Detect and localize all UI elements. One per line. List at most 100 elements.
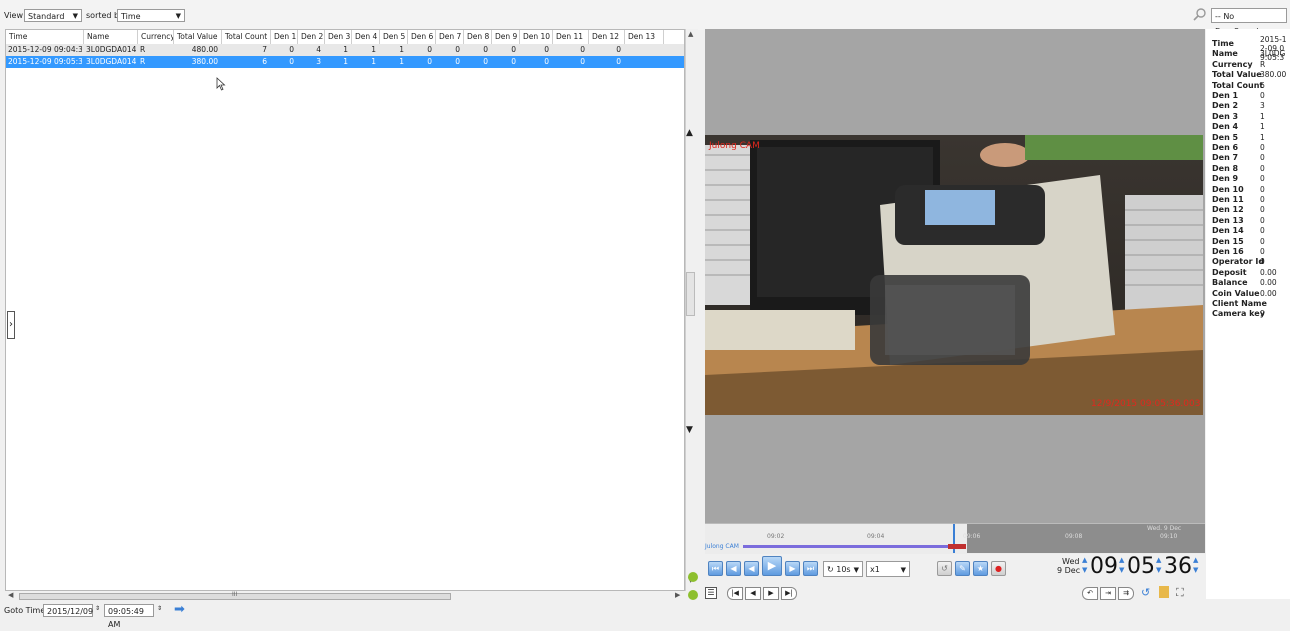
- column-header[interactable]: Den 6: [408, 30, 436, 44]
- scroll-right-arrow-icon[interactable]: ▶: [675, 591, 680, 599]
- detail-key: Den 8: [1212, 163, 1239, 173]
- minutes-up-icon[interactable]: ▲: [1156, 557, 1161, 564]
- clock-minutes[interactable]: 05: [1127, 554, 1155, 579]
- detail-value: 0: [1260, 236, 1265, 246]
- table-row[interactable]: 2015-12-09 09:04:37 3L0DGDA0142 R 480.00 7 0 4…: [6, 44, 684, 56]
- skip-end-icon[interactable]: ⏭: [803, 561, 818, 576]
- timeline-tick-label: 09:10: [1160, 533, 1178, 540]
- detail-value: 0: [1260, 163, 1265, 173]
- time-spinner-icon[interactable]: ⇕: [157, 605, 162, 612]
- export-icon[interactable]: ✎: [955, 561, 970, 576]
- table-cell: R: [140, 45, 146, 54]
- camera-video-frame[interactable]: Julong CAM 12/9/2015 09:05:36.003: [705, 135, 1203, 415]
- date-up-icon[interactable]: ▲: [1082, 557, 1087, 564]
- table-cell: 1: [371, 45, 376, 54]
- date-down-icon[interactable]: ▼: [1082, 567, 1087, 574]
- sort-select[interactable]: Time ▼: [117, 9, 185, 22]
- notes-icon[interactable]: [1159, 586, 1169, 598]
- goto-date-field[interactable]: 2015/12/09: [43, 604, 93, 617]
- scroll-up-arrow-icon[interactable]: ▲: [688, 30, 693, 38]
- detail-value: 0.00: [1260, 267, 1277, 277]
- goto-time-value: 09:05:49 AM: [108, 607, 144, 629]
- undo-icon[interactable]: ↺: [1141, 586, 1150, 599]
- column-header[interactable]: Den 8: [464, 30, 492, 44]
- column-header[interactable]: Den 2: [298, 30, 325, 44]
- record-icon[interactable]: ●: [991, 561, 1006, 576]
- column-header[interactable]: Den 1: [271, 30, 298, 44]
- column-header[interactable]: Name: [84, 30, 138, 44]
- column-header[interactable]: Total Value: [174, 30, 222, 44]
- detail-key: Den 2: [1212, 101, 1239, 111]
- clock-hours[interactable]: 09: [1090, 554, 1118, 579]
- minutes-down-icon[interactable]: ▼: [1156, 567, 1161, 574]
- jump-back-icon[interactable]: ↶: [1082, 587, 1098, 600]
- column-header[interactable]: Currency: [138, 30, 174, 44]
- go-arrow-icon[interactable]: ➡: [174, 602, 185, 617]
- view-select-value: Standard: [28, 12, 65, 21]
- last-record-icon[interactable]: ▶|: [781, 587, 797, 600]
- fullscreen-icon[interactable]: ⛶: [1176, 586, 1184, 600]
- detail-value: 6: [1260, 80, 1265, 90]
- column-header[interactable]: Den 4: [352, 30, 380, 44]
- column-header[interactable]: Den 13: [625, 30, 664, 44]
- detail-key: Operator Id: [1212, 257, 1265, 267]
- column-header[interactable]: Time: [6, 30, 84, 44]
- goto-time-field[interactable]: 09:05:49 AM: [104, 604, 154, 629]
- column-header[interactable]: Den 12: [589, 30, 625, 44]
- status-icon[interactable]: [688, 590, 698, 600]
- hours-down-icon[interactable]: ▼: [1119, 567, 1124, 574]
- seconds-up-icon[interactable]: ▲: [1193, 557, 1198, 564]
- detail-value: 0.00: [1260, 278, 1277, 288]
- table-cell: 0: [511, 57, 516, 66]
- column-header[interactable]: Den 10: [520, 30, 553, 44]
- loop-icon[interactable]: ↺: [937, 561, 952, 576]
- scroll-left-arrow-icon[interactable]: ◀: [8, 591, 13, 599]
- previous-record-icon[interactable]: ◀: [745, 587, 761, 600]
- step-back-icon[interactable]: ◀: [726, 561, 741, 576]
- play-button[interactable]: ▶: [762, 556, 782, 576]
- table-row[interactable]: 2015-12-09 09:05:38 3L0DGDA0142 R 380.00 6 0 3…: [6, 56, 684, 68]
- fast-forward-icon[interactable]: ▶: [785, 561, 800, 576]
- jump-forward-icon[interactable]: ⇉: [1118, 587, 1134, 600]
- collapse-down-icon[interactable]: ▼: [686, 425, 693, 435]
- timeline-event-marker[interactable]: [948, 544, 966, 549]
- bookmark-icon[interactable]: ★: [973, 561, 988, 576]
- column-header[interactable]: Total Count: [222, 30, 271, 44]
- rewind-icon[interactable]: ◀: [744, 561, 759, 576]
- collapse-up-icon[interactable]: ▲: [686, 128, 693, 138]
- timeline-day-label: Wed. 9 Dec: [1147, 525, 1182, 532]
- clock-seconds[interactable]: 36: [1164, 554, 1192, 579]
- column-header[interactable]: Den 7: [436, 30, 464, 44]
- next-record-icon[interactable]: ▶: [763, 587, 779, 600]
- hscroll-thumb[interactable]: III: [19, 591, 451, 600]
- hours-up-icon[interactable]: ▲: [1119, 557, 1124, 564]
- first-record-icon[interactable]: |◀: [727, 587, 743, 600]
- table-cell: 3: [316, 57, 321, 66]
- skip-start-icon[interactable]: ⏮: [708, 561, 723, 576]
- detail-key: Coin Value: [1212, 288, 1260, 298]
- status-icon[interactable]: [688, 572, 698, 582]
- splitter-handle[interactable]: [686, 272, 695, 316]
- detail-key: Den 9: [1212, 174, 1239, 184]
- interval-select[interactable]: ↻ 10s ▼: [823, 561, 863, 577]
- view-select[interactable]: Standard ▼: [24, 9, 82, 22]
- easysearch-select[interactable]: -- No EasySearch --: [1211, 8, 1287, 36]
- column-header[interactable]: Den 5: [380, 30, 408, 44]
- timeline-tick-label: 09:08: [1065, 533, 1083, 540]
- list-view-icon[interactable]: ☰: [705, 587, 717, 599]
- date-spinner-icon[interactable]: ⇕: [95, 605, 100, 612]
- table-horizontal-scrollbar[interactable]: ◀ III ▶: [5, 591, 685, 602]
- timeline[interactable]: Wed. 9 Dec Julong CAM 09:02 09:04 09:06 09:…: [705, 523, 1205, 554]
- timeline-recording-bar: [743, 545, 948, 548]
- column-header[interactable]: Den 3: [325, 30, 352, 44]
- chevron-down-icon: ▼: [175, 12, 181, 20]
- search-icon[interactable]: [1193, 7, 1207, 24]
- detail-value: 1: [1260, 111, 1265, 121]
- seconds-down-icon[interactable]: ▼: [1193, 567, 1198, 574]
- table-cell: 0: [483, 45, 488, 54]
- speed-select[interactable]: x1 ▼: [866, 561, 910, 577]
- jump-to-icon[interactable]: ⇥: [1100, 587, 1116, 600]
- expand-left-panel-button[interactable]: ›: [7, 311, 15, 339]
- column-header[interactable]: Den 11: [553, 30, 589, 44]
- column-header[interactable]: Den 9: [492, 30, 520, 44]
